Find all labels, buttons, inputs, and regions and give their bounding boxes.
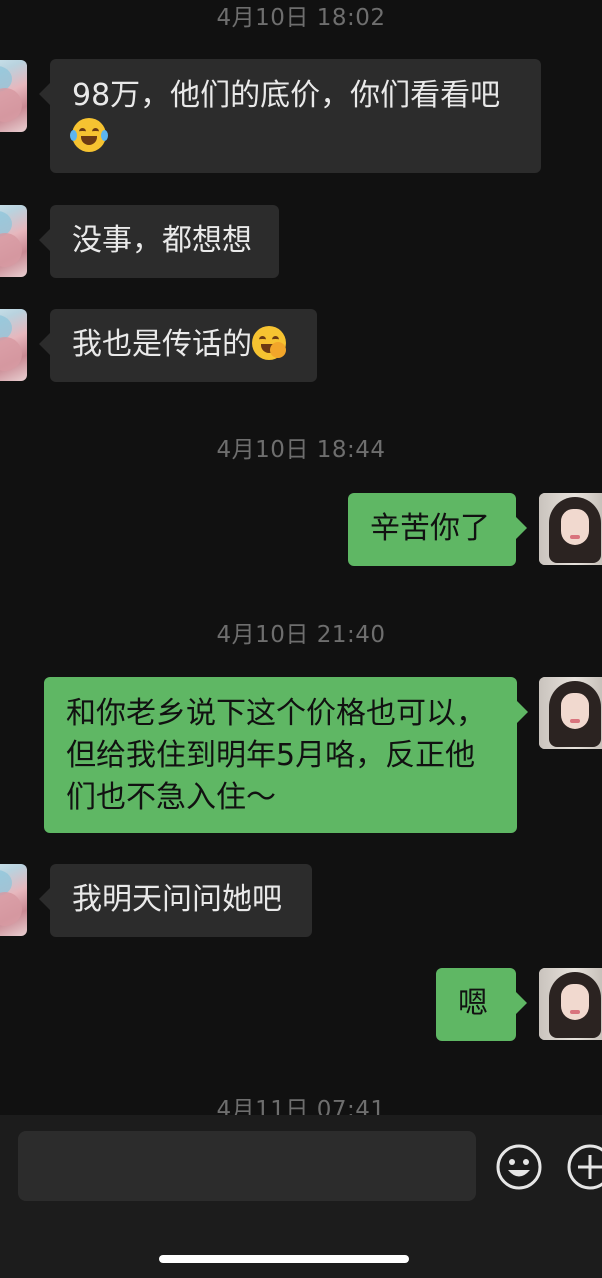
message-bubble[interactable]: 没事，都想想 xyxy=(39,205,279,278)
input-bar xyxy=(0,1115,602,1278)
message-line: 但给我住到明年5月咯，反正他 xyxy=(66,738,476,773)
message-line: 和你老乡说下这个价格也可以， xyxy=(66,696,486,731)
facepalm-emoji-icon xyxy=(252,326,286,360)
message-bubble[interactable]: 98万，他们的底价，你们看看吧 xyxy=(39,59,541,173)
message-text: 我明天问问她吧 xyxy=(72,882,282,917)
message-bubble[interactable]: 我明天问问她吧 xyxy=(39,864,312,937)
message-text: 我也是传话的 xyxy=(72,327,252,362)
message-input[interactable] xyxy=(18,1131,476,1201)
message-text: 嗯 xyxy=(458,986,488,1021)
message-bubble[interactable]: 辛苦你了 xyxy=(348,493,527,566)
timestamp: 4月10日 18:02 xyxy=(216,5,386,31)
my-avatar[interactable] xyxy=(539,968,602,1040)
chat-screen: 4月10日 18:02 98万，他们的底价，你们看看吧 没事，都想想 我也是传话… xyxy=(0,0,602,1278)
message-text: 98万，他们的底价，你们看看吧 xyxy=(72,78,501,113)
my-avatar[interactable] xyxy=(539,493,602,565)
joy-tears-emoji-icon xyxy=(70,118,108,152)
timestamp: 4月10日 18:44 xyxy=(216,437,386,463)
message-bubble[interactable]: 嗯 xyxy=(436,968,527,1041)
contact-avatar[interactable] xyxy=(0,309,27,381)
message-text: 辛苦你了 xyxy=(370,511,490,546)
home-indicator[interactable] xyxy=(159,1255,409,1263)
message-bubble[interactable]: 和你老乡说下这个价格也可以， 但给我住到明年5月咯，反正他 们也不急入住～ xyxy=(44,677,528,833)
message-text: 没事，都想想 xyxy=(72,223,252,258)
my-avatar[interactable] xyxy=(539,677,602,749)
message-line: 们也不急入住～ xyxy=(66,780,276,815)
contact-avatar[interactable] xyxy=(0,60,27,132)
contact-avatar[interactable] xyxy=(0,205,27,277)
contact-avatar[interactable] xyxy=(0,864,27,936)
message-bubble[interactable]: 我也是传话的 xyxy=(39,309,317,382)
timestamp: 4月10日 21:40 xyxy=(216,622,386,648)
emoji-icon[interactable] xyxy=(495,1143,543,1191)
plus-icon[interactable] xyxy=(566,1143,602,1191)
